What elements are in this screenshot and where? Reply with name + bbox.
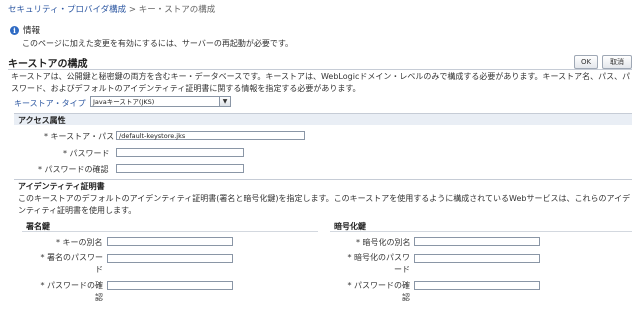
access-section-title: アクセス属性 — [18, 116, 66, 125]
breadcrumb-separator: > — [128, 5, 136, 15]
signing-password-label: * 署名のパスワード — [33, 252, 103, 276]
required-marker: * — [40, 253, 45, 262]
keystore-type-value: Javaキーストア(JKS) — [93, 98, 155, 106]
page-title: キーストアの構成 — [8, 59, 88, 70]
required-marker: * — [40, 281, 45, 290]
signing-confirm-label-text: パスワードの確認 — [47, 281, 103, 302]
access-section-header: アクセス属性 — [14, 113, 632, 125]
title-divider — [8, 69, 632, 70]
signing-alias-input[interactable] — [107, 237, 233, 246]
keystore-path-input[interactable]: /default-keystore.jks — [116, 131, 305, 140]
signing-key-divider — [22, 231, 318, 232]
signing-confirm-label: * パスワードの確認 — [33, 280, 103, 304]
signing-alias-label-text: キーの別名 — [62, 238, 103, 247]
required-marker: * — [347, 281, 352, 290]
password-confirm-input[interactable] — [116, 164, 244, 173]
keystore-path-label-text: キーストア・パス — [50, 132, 115, 141]
encryption-key-divider — [330, 231, 632, 232]
breadcrumb-link-security-provider[interactable]: セキュリティ・プロバイダ構成 — [8, 5, 126, 15]
keystore-path-label: * キーストア・パス — [44, 131, 114, 142]
info-title: 情報 — [23, 26, 41, 36]
required-marker: * — [56, 238, 60, 247]
required-marker: * — [38, 165, 42, 174]
encryption-alias-label-text: 暗号化の別名 — [362, 238, 411, 247]
encryption-alias-label: * 暗号化の別名 — [356, 237, 411, 248]
encryption-confirm-input[interactable] — [414, 281, 540, 290]
signing-confirm-input[interactable] — [107, 281, 233, 290]
keystore-path-value: /default-keystore.jks — [119, 132, 186, 140]
keystore-type-select[interactable]: Javaキーストア(JKS) ▼ — [90, 96, 231, 107]
required-marker: * — [63, 149, 67, 158]
identity-divider — [14, 179, 632, 180]
cancel-button[interactable]: 取消 — [602, 55, 632, 69]
password-input[interactable] — [116, 148, 244, 157]
encryption-confirm-label-text: パスワードの確認 — [354, 281, 410, 302]
password-label-text: パスワード — [69, 149, 110, 158]
ok-button[interactable]: OK — [574, 55, 598, 69]
info-header: i 情報 — [10, 24, 40, 36]
identity-section-title: アイデンティティ証明書 — [18, 182, 105, 191]
password-confirm-label-text: パスワードの確認 — [44, 165, 109, 174]
chevron-down-icon[interactable]: ▼ — [219, 97, 230, 106]
keystore-type-label: キーストア・タイプ — [14, 99, 86, 108]
required-marker: * — [44, 132, 48, 141]
page-description: キーストアは、公開鍵と秘密鍵の両方を含むキー・データベースです。キーストアは、W… — [11, 72, 631, 93]
breadcrumb: セキュリティ・プロバイダ構成 > キー・ストアの構成 — [8, 3, 215, 15]
encryption-password-label: * 暗号化のパスワード — [340, 252, 410, 276]
signing-password-input[interactable] — [107, 254, 233, 263]
info-message: このページに加えた変更を有効にするには、サーバーの再起動が必要です。 — [22, 39, 294, 48]
encryption-password-input[interactable] — [414, 254, 540, 263]
encryption-alias-input[interactable] — [414, 237, 540, 246]
signing-alias-label: * キーの別名 — [56, 237, 103, 248]
info-icon: i — [10, 25, 19, 35]
encryption-password-label-text: 暗号化のパスワード — [354, 253, 410, 274]
password-confirm-label: * パスワードの確認 — [38, 164, 109, 175]
breadcrumb-current: キー・ストアの構成 — [138, 5, 216, 15]
signing-password-label-text: 署名のパスワード — [47, 253, 103, 274]
encryption-confirm-label: * パスワードの確認 — [340, 280, 410, 304]
required-marker: * — [347, 253, 352, 262]
required-marker: * — [356, 238, 360, 247]
password-label: * パスワード — [63, 148, 110, 159]
identity-description: このキーストアのデフォルトのアイデンティティ証明書(署名と暗号化鍵)を指定します… — [18, 194, 631, 215]
